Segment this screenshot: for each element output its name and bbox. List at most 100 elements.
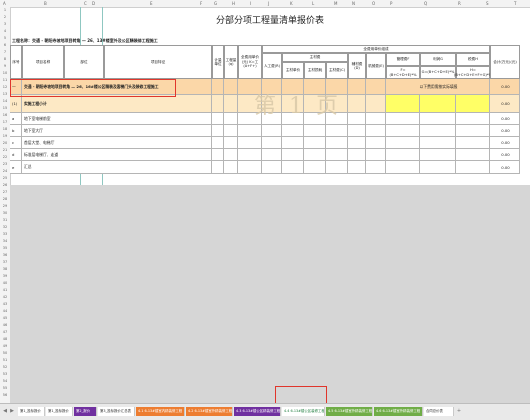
sheet-tab[interactable]: 第3_投标报价汇总表 [98, 407, 135, 416]
cell-main-material[interactable] [282, 149, 304, 160]
row-number[interactable]: 33 [0, 232, 10, 236]
row-number[interactable]: 10 [0, 71, 10, 75]
cell-tax[interactable] [456, 149, 490, 160]
sheet-tab[interactable]: 4.5 6-13#楼室外精装修工程 [326, 407, 373, 416]
row-number[interactable]: 29 [0, 204, 10, 208]
cell-tax[interactable] [456, 95, 490, 112]
cell-profit[interactable] [420, 95, 456, 112]
column-letter[interactable]: A [3, 0, 6, 7]
header-material-loss[interactable]: 主材损耗 [304, 62, 326, 79]
header-main-material[interactable]: 主材单价 [282, 62, 304, 79]
cell-measure-unit[interactable] [212, 149, 224, 160]
cell-mgmt-fee[interactable] [386, 149, 420, 160]
column-letter[interactable]: C [84, 0, 87, 7]
sheet-tab[interactable]: 4.3 6-13#楼公区精装修工程 [234, 407, 281, 416]
cell-labor[interactable] [262, 149, 282, 160]
row-number[interactable]: 14 [0, 99, 10, 103]
row-number[interactable]: 56 [0, 393, 10, 397]
row-number[interactable]: 13 [0, 92, 10, 96]
add-sheet-icon[interactable]: + [456, 407, 462, 416]
row-number[interactable]: 24 [0, 169, 10, 173]
row-number[interactable]: 37 [0, 260, 10, 264]
row-number[interactable]: 20 [0, 141, 10, 145]
row-number[interactable]: 55 [0, 386, 10, 390]
cell-total[interactable]: 0.00 [490, 137, 520, 148]
cell-seq[interactable]: b [10, 125, 22, 136]
row-number[interactable]: 12 [0, 85, 10, 89]
table-row[interactable]: d 标准层电梯厅、走道 0.00 [10, 149, 520, 161]
row-number[interactable]: 2 [0, 15, 10, 19]
cell-machine[interactable] [366, 95, 386, 112]
row-number[interactable]: 19 [0, 134, 10, 138]
row-number[interactable]: 17 [0, 120, 10, 124]
header-item-name[interactable]: 项目名称 [22, 45, 64, 79]
column-letter[interactable]: O [372, 0, 375, 7]
cell-note[interactable]: 以下费用需按实际填报 [386, 79, 490, 94]
cell-mgmt-fee[interactable] [386, 137, 420, 148]
tab-scroll-left-icon[interactable]: ◀ [2, 407, 8, 416]
row-number[interactable]: 21 [0, 148, 10, 152]
cell-machine[interactable] [366, 79, 386, 94]
sheet-tab[interactable]: 合同总价表 [424, 407, 454, 416]
cell-measure-unit[interactable] [212, 125, 224, 136]
column-letter[interactable]: L [312, 0, 314, 7]
cell-quantity[interactable] [224, 149, 238, 160]
row-number[interactable]: 32 [0, 225, 10, 229]
row-number[interactable]: 26 [0, 183, 10, 187]
row-number[interactable]: 42 [0, 295, 10, 299]
cell-material-loss[interactable] [304, 161, 326, 173]
cell-material-total[interactable] [326, 125, 348, 136]
cell-mgmt-fee[interactable] [386, 125, 420, 136]
header-aux-material[interactable]: 辅材费(D) [348, 53, 366, 79]
cell-machine[interactable] [366, 137, 386, 148]
row-number[interactable]: 25 [0, 176, 10, 180]
header-labor[interactable]: 人工费(R) [262, 53, 282, 79]
header-machine[interactable]: 机械费(E) [366, 53, 386, 79]
header-unit-price[interactable]: 全费用单价(元) K=工(A+F+) [238, 45, 262, 79]
column-letter[interactable]: H [232, 0, 235, 7]
cell-material-total[interactable] [326, 137, 348, 148]
sheet-tab[interactable]: 第2_报价 [74, 407, 97, 416]
row-number[interactable]: 15 [0, 106, 10, 110]
column-letter[interactable]: G [214, 0, 217, 7]
sheet-tab[interactable]: 4.6 6-13#楼室外精装修工程 [374, 407, 423, 416]
row-number[interactable]: 30 [0, 211, 10, 215]
header-seq[interactable]: 序号 [10, 45, 22, 79]
column-letter[interactable]: E [150, 0, 153, 7]
cell-profit[interactable] [420, 149, 456, 160]
cell-main-material[interactable] [282, 125, 304, 136]
cell-unit-price[interactable] [238, 161, 262, 173]
cell-measure-unit[interactable] [212, 161, 224, 173]
cell-aux-material[interactable] [348, 149, 366, 160]
cell-aux-material[interactable] [348, 125, 366, 136]
row-number[interactable]: 54 [0, 379, 10, 383]
cell-mgmt-fee[interactable] [386, 113, 420, 124]
cell-machine[interactable] [366, 113, 386, 124]
header-profit[interactable]: 利润G [420, 53, 456, 66]
column-letter[interactable]: S [486, 0, 489, 7]
row-number[interactable]: 39 [0, 274, 10, 278]
column-letter[interactable]: F [200, 0, 202, 7]
row-number[interactable]: 16 [0, 113, 10, 117]
row-number[interactable]: 43 [0, 302, 10, 306]
cell-total[interactable]: 0.00 [490, 125, 520, 136]
row-number[interactable]: 3 [0, 22, 10, 26]
row-number[interactable]: 5 [0, 36, 10, 40]
row-number[interactable]: 48 [0, 337, 10, 341]
column-letter[interactable]: K [290, 0, 293, 7]
cell-tax[interactable] [456, 161, 490, 173]
cell-item-name[interactable]: 汇总 [22, 161, 212, 173]
column-letter[interactable]: Q [424, 0, 427, 7]
table-row[interactable]: b 地下室大厅 0.00 [10, 125, 520, 137]
row-number[interactable]: 18 [0, 127, 10, 131]
cell-machine[interactable] [366, 125, 386, 136]
spreadsheet-sheet[interactable]: ABCDEFGHIJKLMNOPQRST 1 2 3 4 5 6 7 8 9 10 11 12 13 14… [0, 0, 530, 416]
cell-aux-material[interactable] [348, 79, 366, 94]
cell-labor[interactable] [262, 125, 282, 136]
cell-aux-material[interactable] [348, 95, 366, 112]
row-number[interactable]: 49 [0, 344, 10, 348]
row-number[interactable]: 50 [0, 351, 10, 355]
column-letter[interactable]: T [514, 0, 516, 7]
column-letter[interactable]: R [458, 0, 461, 7]
cell-seq[interactable]: e [10, 161, 22, 173]
